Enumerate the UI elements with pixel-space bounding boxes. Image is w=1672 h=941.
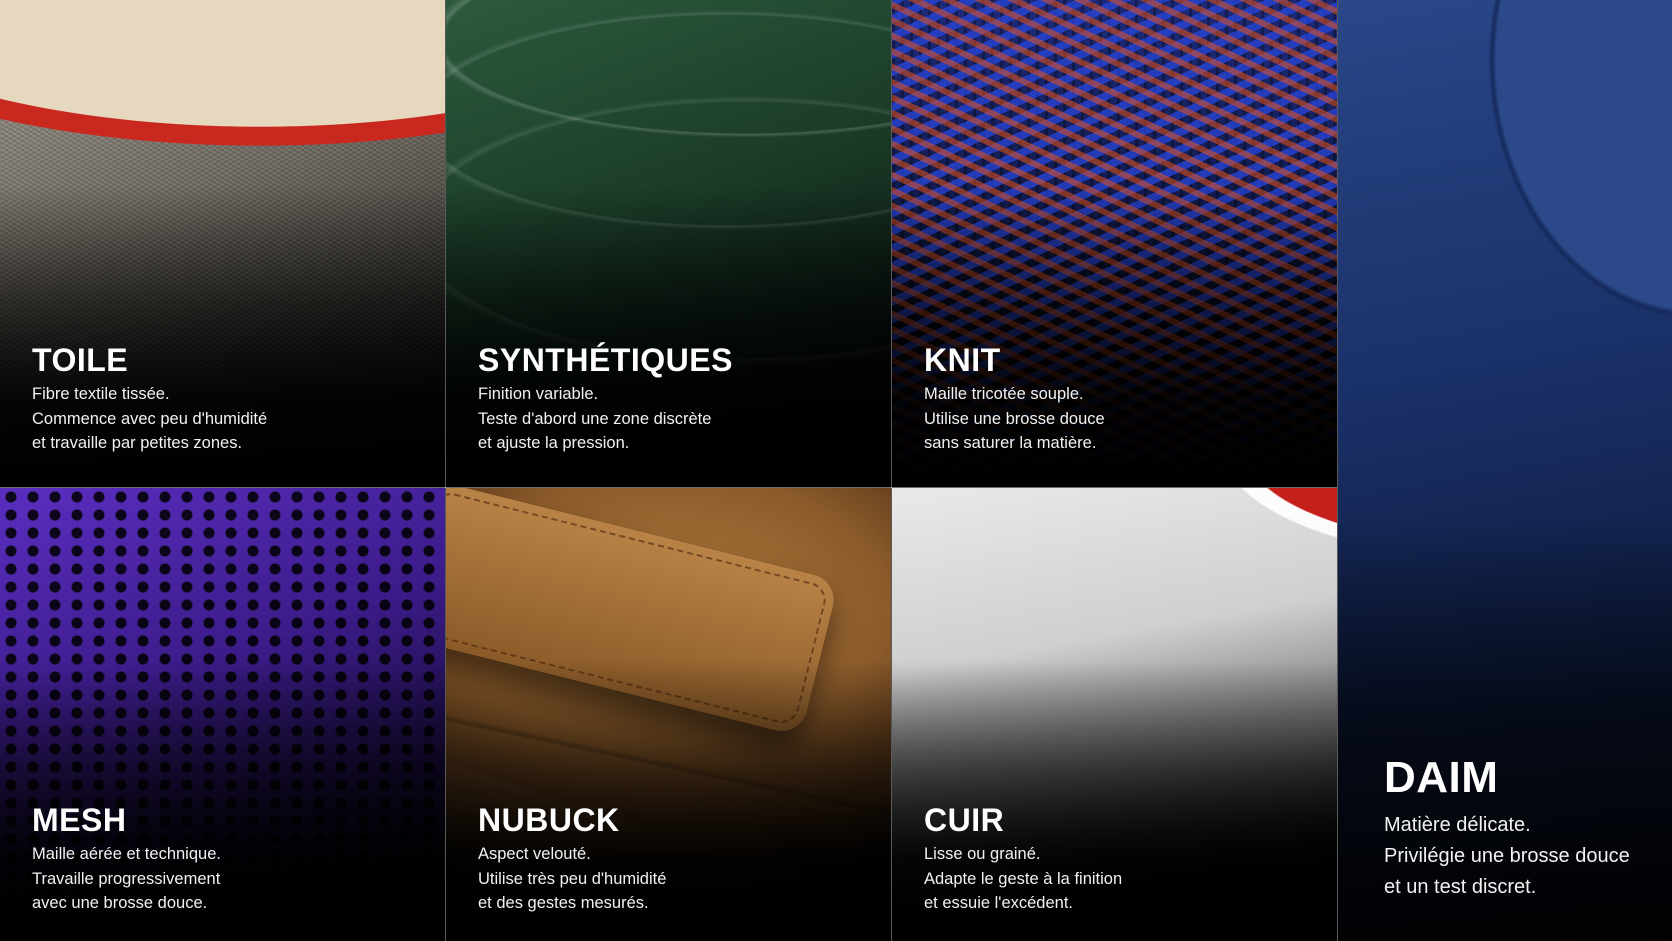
- title-knit: KNIT: [924, 342, 1001, 378]
- materials-grid: TOILE Fibre textile tissée. Commence ave…: [0, 0, 1672, 941]
- tile-synthetiques[interactable]: SYNTHÉTIQUES Finition variable. Teste d'…: [446, 0, 891, 487]
- description-nubuck: Aspect velouté. Utilise très peu d'humid…: [478, 845, 667, 912]
- description-cuir: Lisse ou grainé. Adapte le geste à la fi…: [924, 845, 1123, 912]
- caption-cuir: CUIR Lisse ou grainé. Adapte le geste à …: [924, 804, 1122, 916]
- divider-vertical: [1337, 0, 1338, 941]
- caption-toile: TOILE Fibre textile tissée. Commence ave…: [32, 344, 267, 456]
- title-synthetiques: SYNTHÉTIQUES: [478, 342, 733, 378]
- description-daim: Matière délicate. Privilégie une brosse …: [1384, 814, 1630, 898]
- description-knit: Maille tricotée souple. Utilise une bros…: [924, 385, 1105, 452]
- tile-knit[interactable]: KNIT Maille tricotée souple. Utilise une…: [892, 0, 1337, 487]
- tile-cuir[interactable]: CUIR Lisse ou grainé. Adapte le geste à …: [892, 488, 1337, 941]
- tile-toile[interactable]: TOILE Fibre textile tissée. Commence ave…: [0, 0, 445, 487]
- caption-daim: DAIM Matière délicate. Privilégie une br…: [1384, 756, 1630, 903]
- caption-mesh: MESH Maille aérée et technique. Travaill…: [32, 804, 221, 916]
- tile-nubuck[interactable]: NUBUCK Aspect velouté. Utilise très peu …: [446, 488, 891, 941]
- tile-mesh[interactable]: MESH Maille aérée et technique. Travaill…: [0, 488, 445, 941]
- divider-horizontal: [0, 487, 1337, 488]
- description-synthetiques: Finition variable. Teste d'abord une zon…: [478, 385, 712, 452]
- caption-knit: KNIT Maille tricotée souple. Utilise une…: [924, 344, 1105, 456]
- title-cuir: CUIR: [924, 802, 1005, 838]
- caption-nubuck: NUBUCK Aspect velouté. Utilise très peu …: [478, 804, 666, 916]
- caption-synthetiques: SYNTHÉTIQUES Finition variable. Teste d'…: [478, 344, 733, 456]
- divider-vertical: [891, 0, 892, 941]
- title-toile: TOILE: [32, 342, 129, 378]
- divider-vertical: [445, 0, 446, 941]
- title-mesh: MESH: [32, 802, 127, 838]
- title-nubuck: NUBUCK: [478, 802, 620, 838]
- title-daim: DAIM: [1384, 753, 1499, 802]
- description-toile: Fibre textile tissée. Commence avec peu …: [32, 385, 268, 452]
- description-mesh: Maille aérée et technique. Travaille pro…: [32, 845, 221, 912]
- tile-daim[interactable]: DAIM Matière délicate. Privilégie une br…: [1338, 0, 1672, 941]
